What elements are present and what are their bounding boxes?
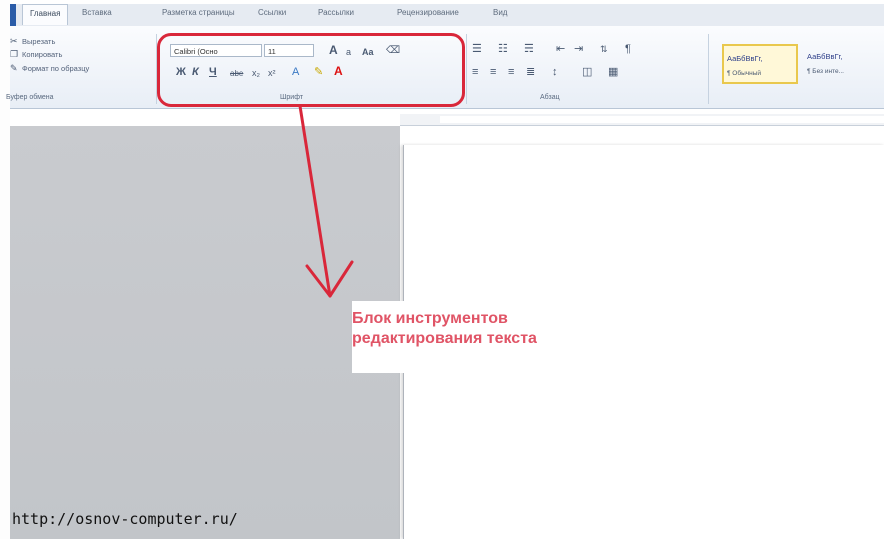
word-window: Главная Вставка Разметка страницы Ссылки…: [0, 0, 884, 539]
annotation-line-2: редактирования текста: [352, 330, 537, 347]
annotation-label: Блок инструментов редактирования текста: [352, 301, 624, 373]
annotation-arrow: [298, 104, 354, 298]
annotation-line-1: Блок инструментов: [352, 310, 508, 327]
watermark-url: http://osnov-computer.ru/: [12, 510, 238, 528]
